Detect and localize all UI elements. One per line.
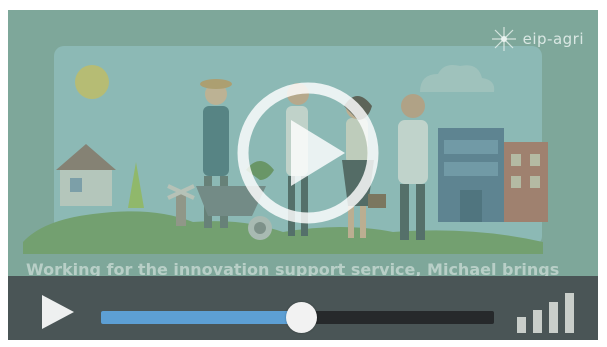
play-circle-icon [237, 82, 379, 224]
video-player[interactable]: eip-agri Working for the innovation supp… [8, 10, 598, 340]
play-button[interactable] [40, 294, 76, 330]
brand-logo: eip-agri [491, 26, 584, 52]
control-bar [8, 276, 598, 340]
big-play-button[interactable] [233, 78, 383, 228]
logo-text: eip-agri [522, 30, 584, 48]
logo-burst-icon [491, 27, 516, 51]
play-icon [42, 295, 74, 329]
volume-button[interactable] [514, 293, 580, 333]
progress-track[interactable] [101, 302, 494, 333]
volume-bars-icon [517, 293, 574, 333]
progress-handle[interactable] [286, 302, 318, 333]
progress-fill [101, 311, 302, 324]
